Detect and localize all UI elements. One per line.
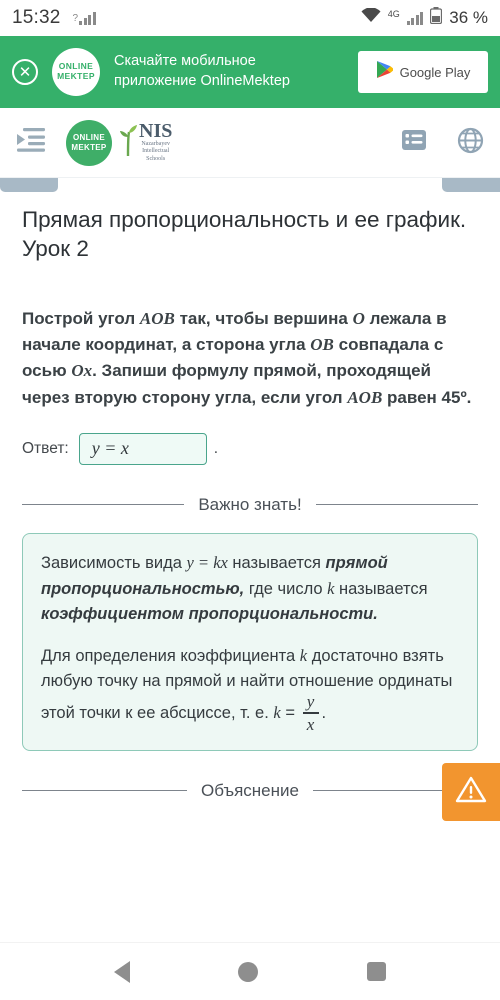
- nis-logo-sub-2: Intellectual: [142, 148, 170, 155]
- answer-label: Ответ:: [22, 439, 69, 457]
- globe-icon[interactable]: [457, 127, 484, 159]
- google-play-label: Google Play: [399, 64, 471, 80]
- task-text-1: Построй угол: [22, 308, 140, 328]
- warning-triangle-icon: [455, 775, 487, 809]
- info-p2-text-1: Для определения коэффициента: [41, 647, 300, 666]
- android-system-nav: [0, 942, 500, 1000]
- nis-logo-main: NIS: [139, 119, 173, 142]
- banner-text-line-2: приложение OnlineMektep: [114, 73, 290, 89]
- nis-logo-text: NIS Nazarbayev Intellectual Schools: [139, 119, 173, 164]
- back-triangle-icon[interactable]: [114, 960, 131, 983]
- network-type-label: 4G: [387, 9, 400, 19]
- explanation-section: Объяснение: [22, 762, 500, 821]
- info-p2-equals: =: [280, 704, 300, 723]
- navbar-actions: [401, 127, 484, 159]
- info-p1-text-2: называется: [227, 553, 326, 572]
- answer-input[interactable]: y = x: [78, 432, 207, 465]
- fraction-bar: [302, 712, 319, 714]
- list-icon[interactable]: [401, 127, 427, 158]
- important-divider: Важно знать!: [22, 495, 478, 515]
- onlinemektep-logo: ONLINE MEKTEP: [52, 48, 100, 96]
- home-circle-icon[interactable]: [238, 961, 259, 982]
- banner-text-line-1: Скачайте мобильное: [114, 53, 256, 70]
- info-p1-formula: y = kx: [186, 552, 228, 572]
- task-math-aob-2: AOB: [347, 387, 383, 407]
- fraction-y-over-x: yx: [302, 692, 319, 734]
- task-math-ox: Ox: [71, 361, 93, 381]
- info-p1-bold-2: коэффициентом пропорциональности.: [41, 605, 378, 624]
- fraction-numerator: y: [306, 692, 315, 712]
- task-question: Построй угол AOB так, чтобы вершина O ле…: [22, 306, 478, 411]
- info-paragraph-1: Зависимость вида y = kx называется прямо…: [41, 550, 459, 627]
- nis-sprout-icon: [118, 123, 138, 162]
- battery-icon: [430, 7, 443, 29]
- recents-square-icon[interactable]: [366, 962, 386, 981]
- lesson-content: Прямая пропорциональность и ее график. У…: [0, 192, 500, 821]
- nis-logo-sub-3: Schools: [146, 155, 166, 162]
- status-time: 15:32: [12, 7, 61, 28]
- app-screen: 15:32 ? 4G 36 % ✕ ONLINE MEKTEP Скачайте…: [0, 0, 500, 1000]
- info-p1-text-1: Зависимость вида: [41, 553, 187, 572]
- info-p2-period: .: [321, 704, 327, 723]
- task-text-6: равен 45º.: [382, 387, 472, 407]
- info-p1-text-4: называется: [334, 580, 428, 599]
- google-play-icon: [376, 60, 393, 84]
- banner-text: Скачайте мобильное приложение OnlineMekt…: [114, 52, 358, 91]
- cut-tab-right[interactable]: [442, 178, 500, 192]
- divider-line-left: [22, 504, 185, 506]
- info-paragraph-2: Для определения коэффициента k достаточн…: [41, 643, 459, 734]
- info-p2-math-k-2: k: [273, 703, 281, 723]
- important-info-box: Зависимость вида y = kx называется прямо…: [22, 532, 478, 751]
- nis-logo: NIS Nazarbayev Intellectual Schools: [118, 119, 173, 164]
- navbar-onlinemektep-logo[interactable]: ONLINE MEKTEP: [66, 119, 112, 166]
- answer-row: Ответ: y = x .: [22, 432, 478, 465]
- battery-percent-label: 36 %: [449, 8, 488, 27]
- explanation-divider-label: Объяснение: [201, 780, 299, 800]
- divider-line-right: [315, 504, 478, 506]
- task-text-2: так, чтобы вершина: [174, 308, 353, 328]
- close-icon[interactable]: ✕: [12, 59, 38, 85]
- navbar-logo-line-2: MEKTEP: [71, 142, 107, 152]
- status-bar: 15:32 ? 4G 36 %: [0, 0, 500, 36]
- google-play-button[interactable]: Google Play: [358, 51, 488, 93]
- task-math-aob-1: AOB: [139, 308, 175, 328]
- page-title: Прямая пропорциональность и ее график. У…: [22, 207, 467, 261]
- fraction-denominator: x: [306, 714, 315, 734]
- explanation-line-left: [22, 790, 188, 792]
- status-right-group: 4G 36 %: [361, 7, 488, 29]
- logo-line-2: MEKTEP: [57, 71, 95, 81]
- answer-period: .: [213, 439, 219, 457]
- explanation-divider: Объяснение: [22, 780, 479, 801]
- cut-tab-left[interactable]: [0, 178, 58, 192]
- navbar-logo-line-1: ONLINE: [72, 132, 106, 142]
- info-p1-text-3: где число: [244, 580, 328, 599]
- cellular-signal-icon: [406, 11, 424, 25]
- important-divider-label: Важно знать!: [198, 494, 302, 514]
- wifi-icon: [361, 7, 381, 28]
- report-problem-button[interactable]: [442, 762, 500, 821]
- nis-logo-sub-1: Nazarbayev: [141, 140, 170, 147]
- cut-off-tabs: [0, 178, 500, 192]
- app-navbar: ONLINE MEKTEP NIS Nazarbayev Intellectua…: [0, 108, 500, 178]
- task-math-ob: OB: [310, 334, 334, 354]
- app-promo-banner: ✕ ONLINE MEKTEP Скачайте мобильное прило…: [0, 36, 500, 108]
- task-math-o: O: [352, 308, 365, 328]
- signal-bars-icon: ?: [73, 11, 96, 25]
- menu-indent-icon[interactable]: [16, 127, 46, 158]
